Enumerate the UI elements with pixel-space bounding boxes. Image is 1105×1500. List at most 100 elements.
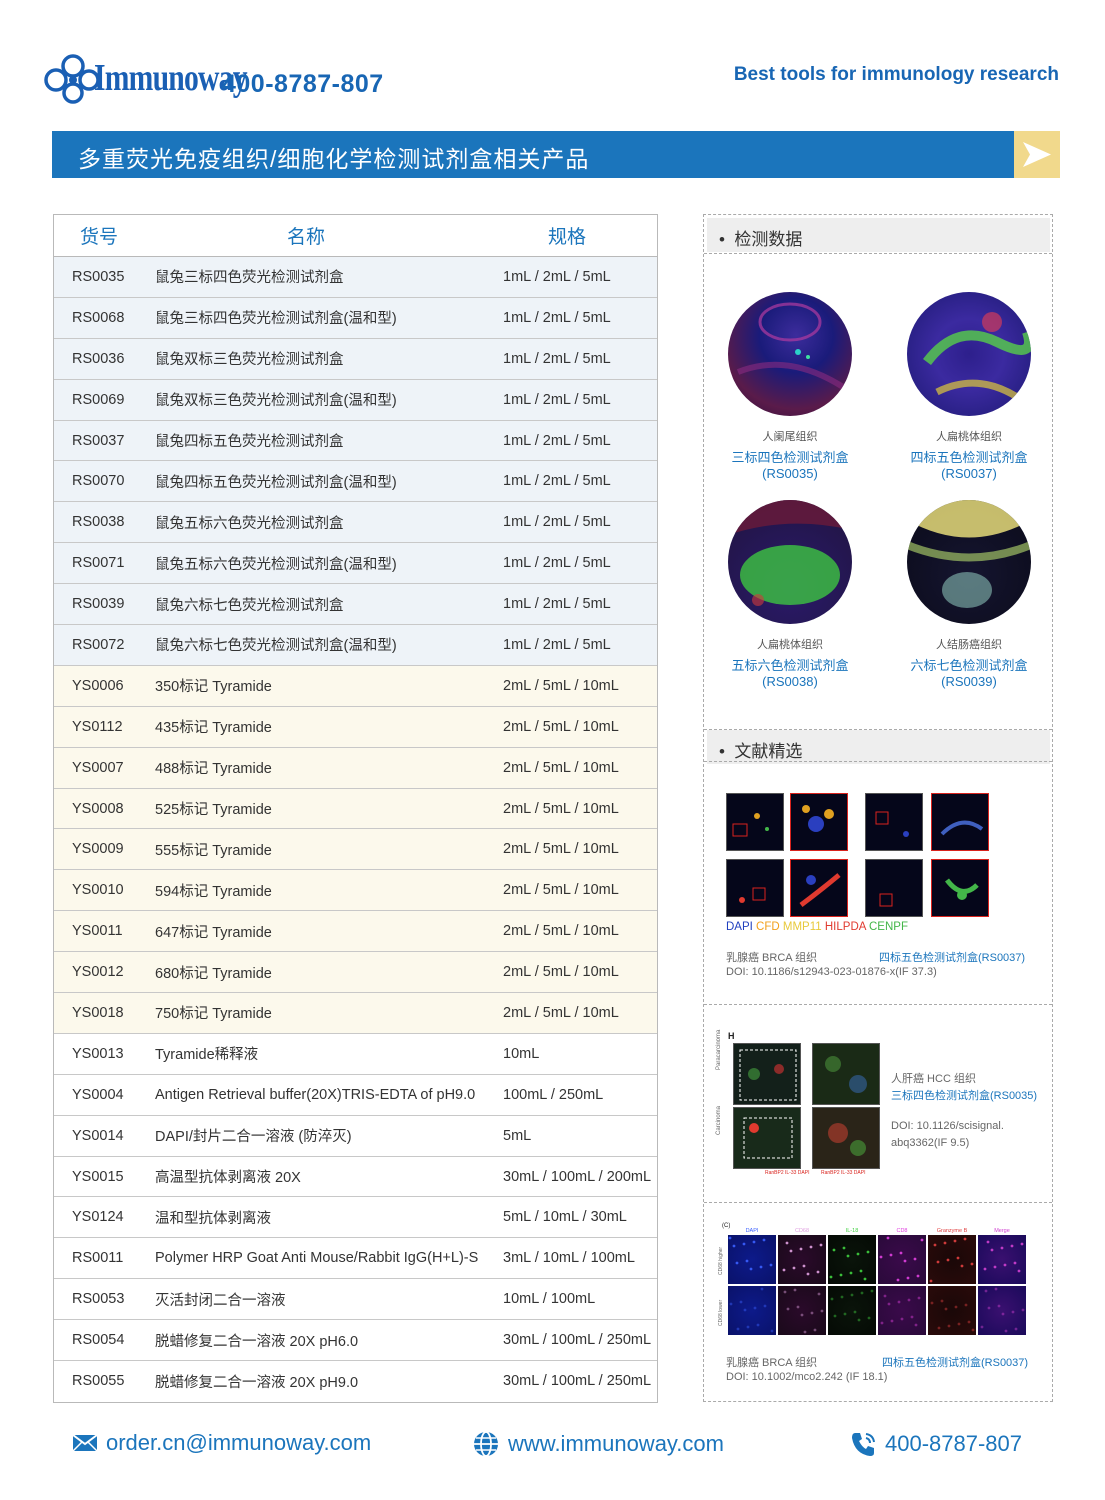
tissue-image-colon-cancer [907,500,1031,624]
ref2-doi-1[interactable]: DOI: 10.1126/scisignal. [891,1120,1004,1132]
product-name: 鼠兔四标五色荧光检测试剂盒(温和型) [155,474,397,491]
product-code: YS0015 [72,1168,124,1185]
ref3-kit-link[interactable]: 四标五色检测试剂盒(RS0037) [882,1354,1028,1370]
caption-kit-link[interactable]: 三标四色检测试剂盒 [705,450,875,466]
table-row: RS0035 鼠兔三标四色荧光检测试剂盒 1mL / 2mL / 5mL [54,257,657,298]
caption-code[interactable]: (RS0039) [884,674,1054,690]
product-code: RS0071 [72,555,125,572]
table-row: RS0070 鼠兔四标五色荧光检测试剂盒(温和型) 1mL / 2mL / 5mL [54,461,657,503]
grid-micrograph [728,1235,776,1284]
product-code: RS0068 [72,309,125,326]
footer-email-text[interactable]: order.cn@immunoway.com [106,1430,371,1456]
product-name: 525标记 Tyramide [155,802,272,819]
grid-micrograph [978,1286,1026,1335]
column-header-code: 货号 [80,227,119,248]
product-spec: 2mL / 5mL / 10mL [503,923,619,940]
caption-kit-link[interactable]: 六标七色检测试剂盒 [884,658,1054,674]
product-spec: 2mL / 5mL / 10mL [503,1004,619,1021]
product-spec: 30mL / 100mL / 200mL [503,1168,652,1185]
product-name: 594标记 Tyramide [155,883,272,900]
product-code: RS0038 [72,514,125,531]
hcc-micrograph-zoom [812,1107,880,1169]
micrograph [865,793,923,851]
product-spec: 2mL / 5mL / 10mL [503,677,619,694]
caption-code[interactable]: (RS0037) [884,466,1054,482]
table-row: RS0036 鼠兔双标三色荧光检测试剂盒 1mL / 2mL / 5mL [54,338,657,380]
caption-code[interactable]: (RS0038) [705,674,875,690]
table-row: RS0069 鼠兔双标三色荧光检测试剂盒(温和型) 1mL / 2mL / 5mL [54,379,657,421]
product-code: RS0070 [72,473,125,490]
footer-phone-text[interactable]: 400-8787-807 [885,1431,1022,1457]
divider [704,761,1052,762]
footer-website-text[interactable]: www.immunoway.com [508,1431,724,1457]
product-spec: 5mL [503,1127,532,1144]
legend-hilpda: HILPDA [824,921,866,933]
product-name: 脱蜡修复二合一溶液 20X pH6.0 [155,1333,359,1350]
product-code: YS0012 [72,964,124,981]
product-spec: 10mL [503,1045,540,1062]
caption-kit-link[interactable]: 四标五色检测试剂盒 [884,450,1054,466]
hcc-micrograph-zoom [812,1043,880,1105]
row-label: Paracarcinoma [716,1029,722,1070]
table-row: YS0013 Tyramide稀释液 10mL [54,1033,657,1075]
footer-email[interactable]: order.cn@immunoway.com [72,1430,371,1456]
product-name: 鼠兔六标七色荧光检测试剂盒 [155,597,344,614]
product-name: 温和型抗体剥离液 [155,1210,271,1227]
play-arrow-icon [1023,142,1051,167]
product-name: DAPI/封片二合一溶液 (防淬灭) [155,1129,352,1146]
product-spec: 10mL / 100mL [503,1291,596,1308]
product-name: 鼠兔六标七色荧光检测试剂盒(温和型) [155,638,397,655]
caption-code[interactable]: (RS0035) [705,466,875,482]
product-name: Polymer HRP Goat Anti Mouse/Rabbit IgG(H… [155,1250,479,1267]
product-name: 鼠兔五标六色荧光检测试剂盒 [155,515,344,532]
product-name: 鼠兔双标三色荧光检测试剂盒 [155,352,344,369]
product-code: RS0055 [72,1373,125,1390]
table-row: RS0037 鼠兔四标五色荧光检测试剂盒 1mL / 2mL / 5mL [54,420,657,462]
tissue-image-tonsil-1 [907,292,1031,416]
product-spec: 2mL / 5mL / 10mL [503,882,619,899]
table-row: YS0009 555标记 Tyramide 2mL / 5mL / 10mL [54,829,657,871]
ref3-doi[interactable]: DOI: 10.1002/mco2.242 (IF 18.1) [726,1371,887,1383]
legend-cfd: CFD [756,921,780,933]
page-title: 多重荧光免疫组织/细胞化学检测试剂盒相关产品 [78,146,590,172]
hcc-legend: RanBP2 IL-33 DAPI [821,1170,866,1176]
divider [704,253,1052,254]
caption-kit-link[interactable]: 五标六色检测试剂盒 [705,658,875,674]
caption-rs0037: 人扁桃体组织 四标五色检测试剂盒 (RS0037) [884,428,1054,482]
tissue-image-appendix [728,292,852,416]
ref1-kit-link[interactable]: 四标五色检测试剂盒(RS0037) [879,949,1025,965]
product-spec: 1mL / 2mL / 5mL [503,514,611,531]
mail-icon [72,1434,98,1452]
product-name: 鼠兔三标四色荧光检测试剂盒(温和型) [155,311,397,328]
micrograph-zoom [790,859,848,917]
footer-website[interactable]: www.immunoway.com [472,1430,724,1458]
grid-column-label: CD8 [896,1228,908,1234]
product-name: 鼠兔五标六色荧光检测试剂盒(温和型) [155,556,397,573]
product-spec: 1mL / 2mL / 5mL [503,391,611,408]
ref2-kit-link[interactable]: 三标四色检测试剂盒(RS0035) [891,1087,1037,1103]
micrograph-zoom [931,859,989,917]
footer-phone[interactable]: 400-8787-807 [849,1430,1022,1458]
product-name: 灭活封闭二合一溶液 [155,1292,286,1309]
ref1-tissue: 乳腺癌 BRCA 组织 [726,952,818,964]
caption-tissue: 人结肠癌组织 [936,639,1002,651]
product-spec: 2mL / 5mL / 10mL [503,800,619,817]
product-name: 鼠兔三标四色荧光检测试剂盒 [155,270,344,287]
ref2-doi-2[interactable]: abq3362(IF 9.5) [891,1137,969,1149]
phone-icon [852,1433,875,1456]
grid-micrograph [878,1235,926,1284]
product-code: RS0053 [72,1291,125,1308]
grid-column-label: IL-18 [845,1228,859,1234]
product-spec: 100mL / 250mL [503,1086,604,1103]
table-row: YS0008 525标记 Tyramide 2mL / 5mL / 10mL [54,788,657,830]
table-body: RS0035 鼠兔三标四色荧光检测试剂盒 1mL / 2mL / 5mL RS0068… [54,257,657,1402]
table-row: YS0014 DAPI/封片二合一溶液 (防淬灭) 5mL [54,1115,657,1157]
legend-dapi: DAPI [726,921,753,933]
column-header-name: 名称 [287,227,326,248]
product-spec: 5mL / 10mL / 30mL [503,1209,627,1226]
product-spec: 3mL / 10mL / 100mL [503,1250,635,1267]
ref2-tissue: 人肝癌 HCC 组织 [891,1073,976,1085]
micrograph [865,859,923,917]
ref1-doi[interactable]: DOI: 10.1186/s12943-023-01876-x(IF 37.3) [726,966,937,978]
product-code: YS0010 [72,882,124,899]
